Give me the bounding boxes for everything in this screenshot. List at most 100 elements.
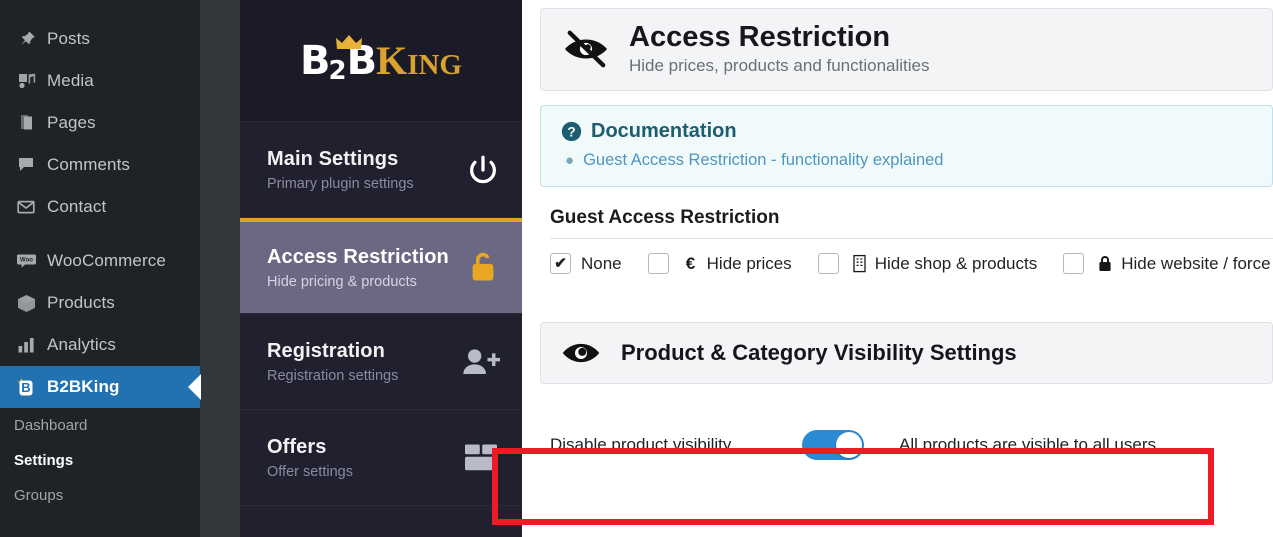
eye-slash-icon	[561, 28, 611, 70]
eye-icon	[561, 339, 601, 367]
visibility-section-title: Product & Category Visibility Settings	[621, 340, 1017, 366]
pin-icon	[10, 29, 42, 49]
lock-icon	[1097, 254, 1113, 273]
page-header: Access Restriction Hide prices, products…	[540, 8, 1273, 92]
sidebar-item-comments[interactable]: Comments	[0, 144, 200, 186]
sidebar-item-woocommerce[interactable]: Woo WooCommerce	[0, 240, 200, 282]
plugin-nav-item-offers[interactable]: Offers Offer settings	[240, 410, 522, 506]
documentation-link[interactable]: Guest Access Restriction - functionality…	[583, 151, 943, 170]
toggle-knob	[836, 432, 862, 459]
sidebar-subitem-label: Settings	[14, 452, 74, 469]
sidebar-subitem-groups[interactable]: Groups	[0, 478, 200, 513]
sidebar-item-label: Analytics	[47, 335, 116, 354]
list-item[interactable]: ● Guest Access Restriction - functionali…	[565, 151, 1252, 170]
b2bking-logo: B2BKING	[240, 0, 522, 122]
section-divider	[550, 238, 1273, 240]
shop-building-icon	[852, 254, 867, 273]
sidebar-subitem-settings[interactable]: Settings	[0, 443, 200, 478]
active-pointer-arrow-icon	[188, 374, 201, 400]
product-category-visibility-header: Product & Category Visibility Settings	[540, 322, 1273, 385]
sidebar-gutter	[200, 0, 240, 537]
checkbox-box[interactable]	[817, 253, 839, 275]
documentation-heading-text: Documentation	[591, 120, 737, 143]
disable-product-visibility-label: Disable product visibility	[550, 435, 732, 455]
bullet-icon: ●	[565, 152, 575, 170]
plugin-nav-title: Registration	[267, 339, 385, 362]
checkbox-box[interactable]	[1063, 253, 1085, 275]
plugin-nav-item-partial[interactable]	[240, 506, 522, 537]
checkbox-option-none[interactable]: ✔ None	[550, 253, 622, 275]
documentation-box: ? Documentation ● Guest Access Restricti…	[540, 105, 1273, 188]
check-icon: ✔	[554, 255, 567, 273]
disable-product-visibility-description: All products are visible to all users	[899, 435, 1157, 455]
checkbox-box[interactable]: ✔	[550, 253, 571, 275]
sidebar-item-label: Media	[47, 71, 94, 90]
lock-open-icon	[466, 250, 500, 286]
plugin-nav-title: Offers	[267, 435, 327, 458]
power-icon	[466, 153, 500, 187]
b2bking-icon: B	[10, 376, 42, 398]
page-subtitle: Hide prices, products and functionalitie…	[629, 56, 930, 76]
plugin-nav-item-access-restriction[interactable]: Access Restriction Hide pricing & produc…	[240, 218, 522, 314]
sidebar-item-contact[interactable]: Contact	[0, 186, 200, 228]
comment-icon	[10, 155, 42, 175]
guest-access-section-title: Guest Access Restriction	[550, 207, 780, 229]
sidebar-item-label: Posts	[47, 29, 91, 48]
checkbox-label: None	[581, 253, 622, 273]
woocommerce-icon: Woo	[10, 251, 42, 272]
pages-icon	[10, 113, 42, 133]
svg-text:€: €	[685, 254, 695, 273]
envelope-icon	[10, 197, 42, 217]
crown-icon	[335, 34, 362, 54]
sidebar-item-posts[interactable]: Posts	[0, 18, 200, 60]
documentation-heading: ? Documentation	[561, 120, 1252, 143]
guest-access-options: ✔ None € Hide prices Hide shop & product…	[540, 253, 1273, 275]
sidebar-item-label: Contact	[47, 197, 107, 216]
sidebar-item-label: WooCommerce	[47, 251, 166, 270]
sidebar-item-products[interactable]: Products	[0, 282, 200, 324]
plugin-nav-subtitle: Offer settings	[267, 463, 353, 480]
plugin-navigation-panel: B2BKING Main Settings Primary plugin set…	[240, 0, 522, 537]
plugin-nav-subtitle: Registration settings	[267, 367, 399, 384]
checkbox-label: Hide website / force lo	[1121, 253, 1273, 273]
checkbox-label: Hide shop & products	[874, 253, 1038, 273]
checkbox-option-hide-prices[interactable]: € Hide prices	[647, 253, 792, 275]
plugin-nav-title: Main Settings	[267, 147, 399, 170]
media-icon	[10, 71, 42, 91]
plugin-nav-item-main-settings[interactable]: Main Settings Primary plugin settings	[240, 122, 522, 218]
package-icon	[462, 442, 500, 474]
sidebar-separator	[0, 228, 200, 240]
logo-king-text: KING	[376, 37, 462, 83]
plugin-nav-subtitle: Hide pricing & products	[267, 273, 417, 290]
disable-product-visibility-row: Disable product visibility All products …	[540, 408, 1273, 461]
svg-text:B: B	[21, 380, 30, 395]
sidebar-item-b2bking[interactable]: B B2BKing	[0, 366, 201, 408]
sidebar-item-media[interactable]: Media	[0, 60, 200, 102]
documentation-link-list: ● Guest Access Restriction - functionali…	[561, 151, 1252, 170]
checkbox-box[interactable]	[647, 253, 669, 275]
user-plus-icon	[460, 346, 500, 378]
sidebar-subitem-label: Dashboard	[14, 417, 88, 434]
bar-chart-icon	[10, 335, 42, 355]
plugin-nav-item-registration[interactable]: Registration Registration settings	[240, 314, 522, 410]
svg-text:?: ?	[567, 125, 575, 140]
sidebar-item-pages[interactable]: Pages	[0, 102, 200, 144]
svg-text:Woo: Woo	[20, 257, 33, 263]
sidebar-subitem-label: Groups	[14, 487, 64, 504]
page-title: Access Restriction	[629, 21, 891, 53]
sidebar-item-label: B2BKing	[47, 377, 120, 396]
wordpress-admin-sidebar: Posts Media Pages Comments Contact Woo W…	[0, 0, 201, 537]
plugin-nav-subtitle: Primary plugin settings	[267, 175, 414, 192]
sidebar-item-label: Products	[47, 293, 115, 312]
checkbox-option-hide-shop-products[interactable]: Hide shop & products	[817, 253, 1038, 275]
disable-product-visibility-toggle[interactable]	[802, 430, 864, 461]
sidebar-item-analytics[interactable]: Analytics	[0, 324, 200, 366]
question-circle-icon: ?	[561, 121, 582, 142]
main-content: Access Restriction Hide prices, products…	[522, 0, 1273, 537]
sidebar-item-label: Comments	[47, 155, 130, 174]
app-root: Posts Media Pages Comments Contact Woo W…	[0, 0, 1273, 537]
checkbox-option-hide-website[interactable]: Hide website / force lo	[1063, 253, 1273, 275]
sidebar-subitem-dashboard[interactable]: Dashboard	[0, 408, 200, 443]
euro-icon: €	[682, 254, 699, 273]
plugin-nav-title: Access Restriction	[267, 245, 449, 268]
